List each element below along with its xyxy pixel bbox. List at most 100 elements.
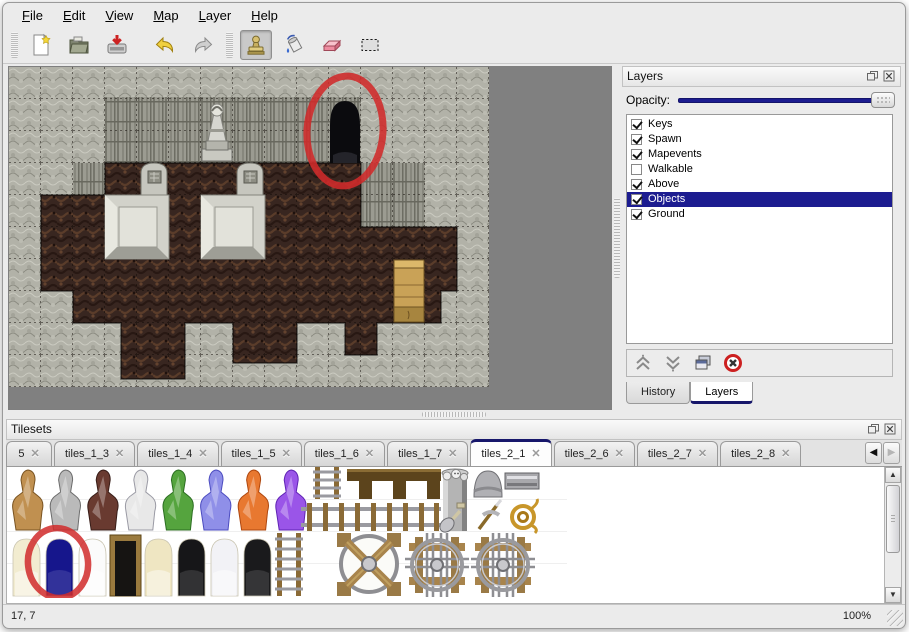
redo-button[interactable] — [187, 30, 219, 60]
gravestone — [237, 163, 263, 195]
layer-row-walkable[interactable]: Walkable — [627, 162, 892, 177]
tileset-tab-tiles_1_3[interactable]: tiles_1_3 ✕ — [54, 441, 135, 466]
float-panel-icon[interactable] — [866, 423, 880, 436]
layer-row-above[interactable]: Above — [627, 177, 892, 192]
scroll-up-icon[interactable]: ▲ — [885, 467, 901, 483]
save-file-icon — [105, 33, 129, 57]
map-canvas[interactable] — [8, 66, 612, 410]
tileset-tab-tiles_2_8[interactable]: tiles_2_8✕ — [720, 441, 801, 466]
tileset-canvas[interactable]: ▲ ▼ — [6, 467, 902, 604]
tileset-tab-label: 5 — [18, 448, 24, 460]
tileset-tab-label: tiles_2_7 — [648, 448, 692, 460]
tileset-tab-tiles_1_4[interactable]: tiles_1_4 ✕ — [137, 441, 218, 466]
tileset-tab-label: tiles_1_3 — [65, 448, 109, 460]
tab-close-icon[interactable]: ✕ — [365, 447, 374, 460]
eraser-tool-button[interactable] — [316, 30, 348, 60]
tileset-scrollbar[interactable]: ▲ ▼ — [884, 467, 901, 603]
layer-row-mapevents[interactable]: Mapevents — [627, 147, 892, 162]
tileset-tab-label: tiles_1_6 — [315, 448, 359, 460]
layer-visibility-checkbox[interactable] — [631, 134, 642, 145]
move-layer-down-button[interactable] — [661, 352, 685, 374]
tileset-tab-tiles_1_7[interactable]: tiles_1_7✕ — [387, 441, 468, 466]
scrollbar-thumb[interactable] — [886, 485, 900, 553]
tileset-tab-tiles_2_7[interactable]: tiles_2_7 ✕ — [637, 441, 718, 466]
layer-label: Above — [648, 178, 679, 190]
menu-item-edit[interactable]: Edit — [54, 5, 94, 26]
tab-close-icon[interactable]: ✕ — [30, 447, 39, 460]
toolbar-drag-handle[interactable] — [226, 32, 233, 58]
tile-rail-crossing[interactable] — [337, 533, 401, 596]
tileset-tab-tiles_1_6[interactable]: tiles_1_6 ✕ — [304, 441, 385, 466]
opacity-slider-thumb[interactable] — [871, 92, 895, 108]
tile-arch-6[interactable] — [211, 539, 238, 596]
dock-tab-layers[interactable]: Layers — [690, 382, 753, 404]
select-tool-button[interactable] — [354, 30, 386, 60]
layer-row-keys[interactable]: Keys — [627, 117, 892, 132]
tile-arch-3[interactable] — [110, 535, 141, 596]
tab-close-icon[interactable]: ✕ — [615, 447, 624, 460]
tile-arch-5[interactable] — [178, 539, 205, 596]
opacity-slider-track — [678, 98, 891, 103]
tile-arch-4[interactable] — [145, 539, 172, 596]
scroll-down-icon[interactable]: ▼ — [885, 587, 901, 603]
opacity-slider[interactable] — [678, 91, 895, 109]
move-layer-up-button[interactable] — [631, 352, 655, 374]
open-file-button[interactable] — [63, 30, 95, 60]
fill-tool-button[interactable] — [278, 30, 310, 60]
tile-arch-7[interactable] — [244, 539, 271, 596]
float-panel-icon[interactable] — [865, 70, 879, 83]
tab-close-icon[interactable]: ✕ — [198, 447, 207, 460]
menu-item-view[interactable]: View — [96, 5, 142, 26]
layer-row-objects[interactable]: Objects — [627, 192, 892, 207]
close-panel-icon[interactable] — [882, 70, 896, 83]
menu-item-layer[interactable]: Layer — [190, 5, 241, 26]
scrollbar-rail[interactable] — [885, 483, 901, 587]
stamp-tool-button[interactable] — [240, 30, 272, 60]
zoom-level: 100% — [843, 610, 871, 622]
toolbar-drag-handle[interactable] — [11, 32, 18, 58]
layer-visibility-checkbox[interactable] — [631, 179, 642, 190]
tab-close-icon[interactable]: ✕ — [448, 447, 457, 460]
vertical-splitter[interactable] — [612, 66, 622, 410]
layer-row-ground[interactable]: Ground — [627, 207, 892, 222]
layer-label: Mapevents — [648, 148, 702, 160]
tilesets-panel: Tilesets 5✕tiles_1_3✕tiles_1_4✕tiles_1_5… — [6, 419, 902, 604]
menu-item-file[interactable]: File — [13, 5, 52, 26]
menu-item-help[interactable]: Help — [242, 5, 287, 26]
horizontal-splitter[interactable] — [3, 410, 905, 419]
tab-close-icon[interactable]: ✕ — [115, 447, 124, 460]
layer-visibility-checkbox[interactable] — [631, 119, 642, 130]
tab-scroll-left-icon[interactable]: ◀ — [865, 442, 882, 464]
tileset-tab-label: tiles_1_4 — [148, 448, 192, 460]
layer-label: Spawn — [648, 133, 682, 145]
tab-close-icon[interactable]: ✕ — [698, 447, 707, 460]
open-file-icon — [67, 33, 91, 57]
layer-visibility-checkbox[interactable] — [631, 149, 642, 160]
resize-grip[interactable] — [887, 610, 903, 626]
layers-panel-title: Layers — [627, 69, 862, 83]
tileset-tab-tiles_2_1[interactable]: tiles_2_1✕ — [470, 439, 551, 466]
menu-item-map[interactable]: Map — [144, 5, 187, 26]
layer-visibility-checkbox[interactable] — [631, 164, 642, 175]
dock-tab-history[interactable]: History — [626, 382, 690, 404]
tile-arch-1[interactable] — [46, 539, 73, 596]
tab-scroll-right-icon[interactable]: ▶ — [883, 442, 900, 464]
undo-button[interactable] — [149, 30, 181, 60]
tileset-tab-tiles_1_5[interactable]: tiles_1_5✕ — [221, 441, 302, 466]
new-file-button[interactable] — [25, 30, 57, 60]
layer-visibility-checkbox[interactable] — [631, 194, 642, 205]
tile-metal-bar[interactable] — [505, 473, 539, 489]
layer-visibility-checkbox[interactable] — [631, 209, 642, 220]
tilesets-panel-titlebar: Tilesets — [6, 419, 902, 440]
undo-icon — [153, 33, 177, 57]
tab-close-icon[interactable]: ✕ — [282, 447, 291, 460]
save-file-button[interactable] — [101, 30, 133, 60]
tileset-tab-tiles_2_6[interactable]: tiles_2_6✕ — [554, 441, 635, 466]
close-panel-icon[interactable] — [883, 423, 897, 436]
delete-layer-button[interactable] — [721, 352, 745, 374]
layer-row-spawn[interactable]: Spawn — [627, 132, 892, 147]
tab-close-icon[interactable]: ✕ — [531, 447, 540, 460]
tab-close-icon[interactable]: ✕ — [781, 447, 790, 460]
tileset-tab-5[interactable]: 5✕ — [6, 441, 52, 466]
duplicate-layer-button[interactable] — [691, 352, 715, 374]
